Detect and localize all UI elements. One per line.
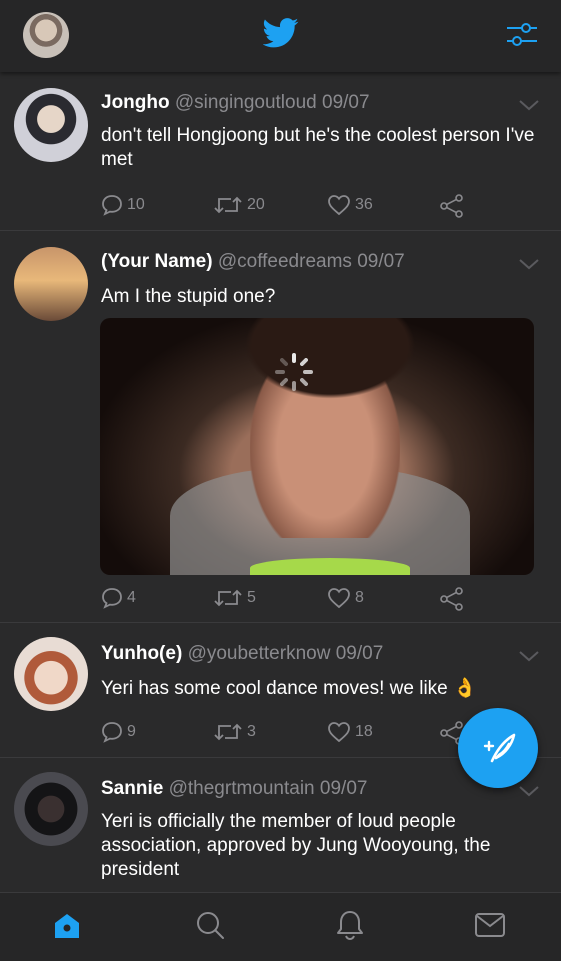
like-button[interactable]: 36 <box>327 194 373 216</box>
like-count: 8 <box>355 589 364 606</box>
tweet-header: Sannie @thegrtmountain 09/07 <box>101 778 367 800</box>
like-button[interactable]: 18 <box>327 721 373 743</box>
tweet[interactable]: Jongho @singingoutloud 09/07 don't tell … <box>0 72 561 231</box>
tweet-date: 09/07 <box>357 251 405 272</box>
tweet-header: Yunho(e) @youbetterknow 09/07 <box>101 643 383 665</box>
tweet-actions: 10 20 36 <box>101 194 521 220</box>
tweet-text: Yeri is officially the member of loud pe… <box>101 811 491 880</box>
reply-count: 4 <box>127 589 136 606</box>
profile-avatar[interactable] <box>23 12 69 58</box>
tweet-date: 09/07 <box>319 778 368 799</box>
share-icon <box>440 587 463 611</box>
retweet-button[interactable]: 5 <box>213 587 256 609</box>
heart-icon <box>328 195 350 216</box>
avatar[interactable] <box>14 637 88 711</box>
filter-sliders-icon[interactable] <box>506 21 538 49</box>
reply-icon <box>102 195 122 216</box>
reply-count: 10 <box>127 196 145 213</box>
messages-envelope-icon[interactable] <box>474 911 506 939</box>
display-name[interactable]: (Your Name) <box>101 251 213 272</box>
home-icon[interactable] <box>52 911 82 941</box>
tweet-text: Yeri has some cool dance moves! we like … <box>101 678 477 699</box>
tweet-media-image[interactable] <box>100 318 534 575</box>
avatar[interactable] <box>14 772 88 846</box>
reply-count: 9 <box>127 723 136 740</box>
handle[interactable]: @singingoutloud <box>175 92 317 113</box>
like-button[interactable]: 8 <box>327 587 364 609</box>
retweet-count: 3 <box>247 723 256 740</box>
share-button[interactable] <box>439 194 465 218</box>
retweet-button[interactable]: 20 <box>213 194 265 216</box>
heart-icon <box>328 722 350 743</box>
tweet-text: Am I the stupid one? <box>101 286 276 307</box>
avatar[interactable] <box>14 247 88 321</box>
like-count: 36 <box>355 196 373 213</box>
search-icon[interactable] <box>194 909 226 941</box>
heart-icon <box>328 588 350 609</box>
tweet-text: don't tell Hongjoong but he's the cooles… <box>101 125 535 170</box>
top-bar <box>0 0 561 72</box>
tweet-header: Jongho @singingoutloud 09/07 <box>101 92 370 114</box>
retweet-button[interactable]: 3 <box>213 721 256 743</box>
compose-tweet-button[interactable] <box>458 708 538 788</box>
compose-tweet-icon <box>483 733 516 763</box>
display-name[interactable]: Yunho(e) <box>101 643 182 664</box>
like-count: 18 <box>355 723 373 740</box>
reply-icon <box>102 588 122 609</box>
handle[interactable]: @thegrtmountain <box>169 778 315 799</box>
retweet-count: 20 <box>247 196 265 213</box>
twitter-bird-icon[interactable] <box>263 18 299 48</box>
notifications-bell-icon[interactable] <box>334 909 366 941</box>
reply-icon <box>102 722 122 743</box>
bottom-nav <box>0 892 561 961</box>
retweet-icon <box>214 196 242 214</box>
tweet-date: 09/07 <box>322 92 370 113</box>
reply-button[interactable]: 10 <box>101 194 145 216</box>
retweet-icon <box>214 589 242 607</box>
reply-button[interactable]: 9 <box>101 721 136 743</box>
share-button[interactable] <box>439 587 465 611</box>
chevron-down-icon[interactable] <box>518 649 540 663</box>
tweet-actions: 4 5 8 <box>101 587 521 613</box>
reply-button[interactable]: 4 <box>101 587 136 609</box>
retweet-icon <box>214 723 242 741</box>
tweet[interactable]: (Your Name) @coffeedreams 09/07 Am I the… <box>0 231 561 623</box>
tweet-header: (Your Name) @coffeedreams 09/07 <box>101 251 405 273</box>
share-icon <box>440 194 463 218</box>
display-name[interactable]: Sannie <box>101 778 163 799</box>
display-name[interactable]: Jongho <box>101 92 170 113</box>
avatar[interactable] <box>14 88 88 162</box>
chevron-down-icon[interactable] <box>518 98 540 112</box>
chevron-down-icon[interactable] <box>518 257 540 271</box>
retweet-count: 5 <box>247 589 256 606</box>
handle[interactable]: @coffeedreams <box>218 251 352 272</box>
loading-spinner-icon <box>275 353 313 391</box>
tweet-date: 09/07 <box>335 643 384 664</box>
handle[interactable]: @youbetterknow <box>188 643 331 664</box>
